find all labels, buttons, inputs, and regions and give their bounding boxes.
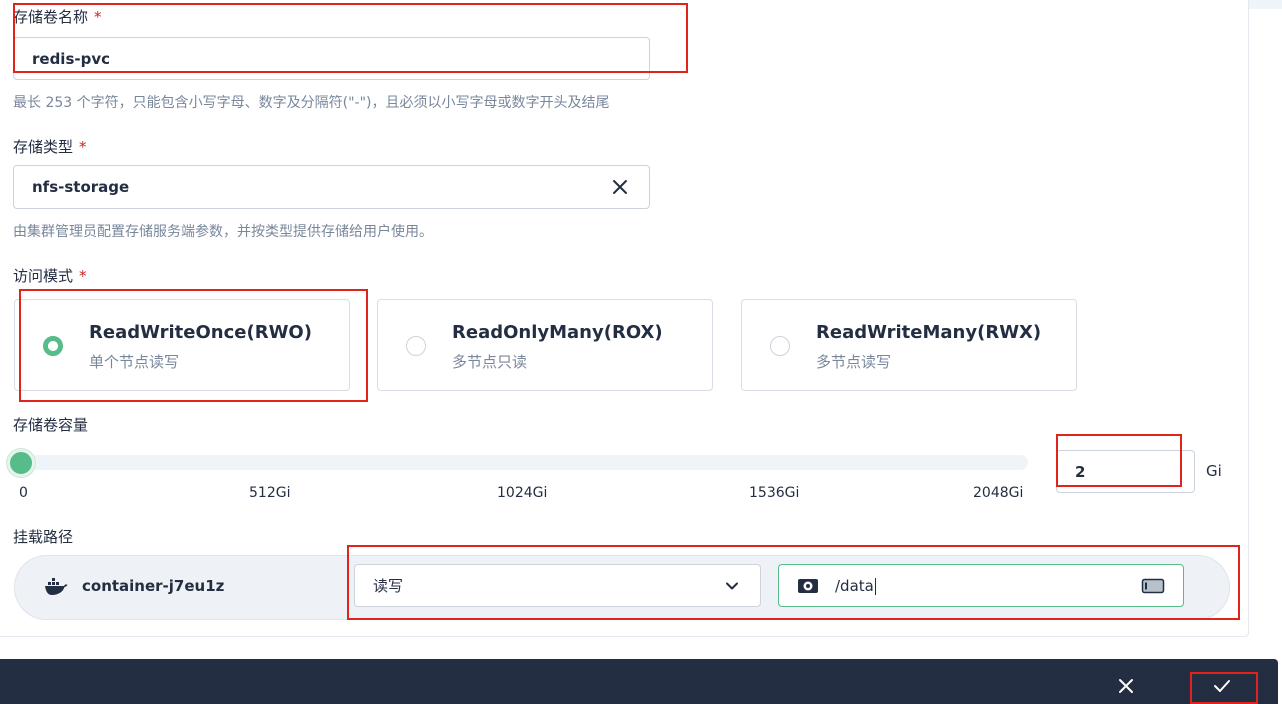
radio-unchecked[interactable] [770, 336, 790, 356]
slider-tick: 1024Gi [497, 485, 548, 501]
access-mode-title: ReadWriteMany(RWX) [816, 322, 1042, 343]
capacity-input[interactable]: 2 [1056, 450, 1195, 493]
radio-checked[interactable] [43, 336, 63, 356]
slider-tick: 2048Gi [973, 485, 1024, 501]
volume-picker-icon[interactable] [1141, 578, 1165, 594]
name-hint: 最长 253 个字符，只能包含小写字母、数字及分隔符("-")，且必须以小写字母… [13, 95, 610, 111]
check-icon[interactable] [1210, 675, 1234, 697]
access-mode-title: ReadOnlyMany(ROX) [452, 322, 663, 343]
radio-unchecked[interactable] [406, 336, 426, 356]
storage-class-label: 存储类型 * [13, 138, 87, 156]
access-mode-desc: 单个节点读写 [89, 353, 180, 371]
capacity-unit: Gi [1206, 462, 1222, 480]
disk-icon [798, 579, 818, 593]
footer-bar [0, 659, 1278, 704]
storage-class-select[interactable]: nfs-storage [13, 165, 650, 209]
container-name: container-j7eu1z [82, 577, 225, 595]
mount-path-label: 挂载路径 [13, 528, 74, 546]
access-mode-option-rwx[interactable]: ReadWriteMany(RWX) 多节点读写 [741, 299, 1077, 391]
name-input[interactable]: redis-pvc [13, 37, 650, 80]
name-label: 存储卷名称 * [13, 8, 102, 26]
close-icon[interactable] [611, 178, 629, 196]
close-icon[interactable] [1115, 675, 1137, 697]
access-mode-title: ReadWriteOnce(RWO) [89, 322, 312, 343]
mount-mode-select[interactable]: 读写 [354, 564, 761, 607]
access-mode-option-rox[interactable]: ReadOnlyMany(ROX) 多节点只读 [377, 299, 713, 391]
access-mode-desc: 多节点读写 [816, 353, 892, 371]
chevron-down-icon[interactable] [724, 578, 740, 594]
slider-tick: 512Gi [249, 485, 291, 501]
text-caret [874, 578, 876, 595]
access-mode-label: 访问模式 * [13, 267, 87, 285]
slider-tick: 1536Gi [749, 485, 800, 501]
docker-icon [45, 578, 68, 595]
capacity-slider-handle[interactable] [7, 449, 35, 477]
access-mode-option-rwo[interactable]: ReadWriteOnce(RWO) 单个节点读写 [14, 299, 350, 391]
storage-class-hint: 由集群管理员配置存储服务端参数，并按类型提供存储给用户使用。 [13, 224, 433, 240]
mount-path-input[interactable]: /data [778, 564, 1184, 607]
capacity-slider-track[interactable] [20, 455, 1028, 470]
capacity-label: 存储卷容量 [13, 416, 89, 434]
slider-tick: 0 [19, 485, 28, 501]
access-mode-desc: 多节点只读 [452, 353, 528, 371]
